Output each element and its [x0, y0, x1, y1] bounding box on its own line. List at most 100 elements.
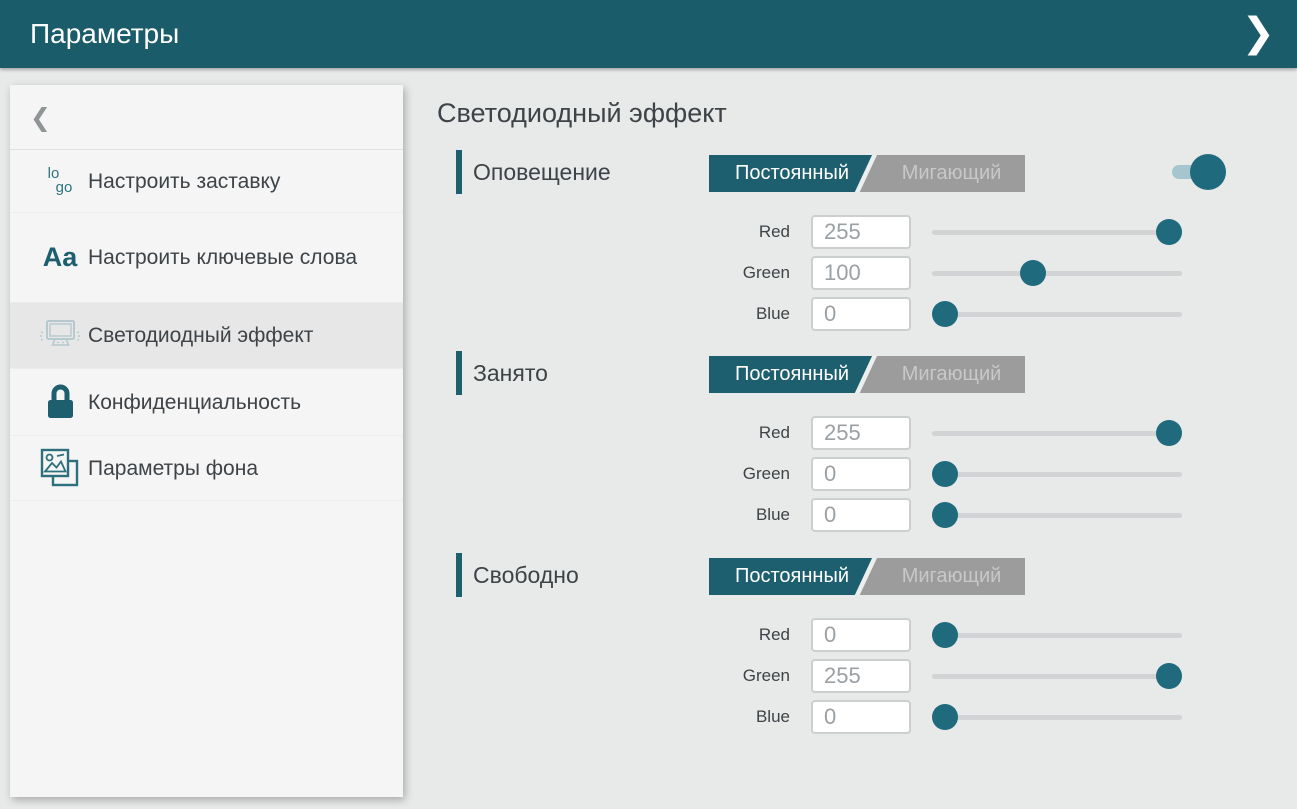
section-label: Оповещение [473, 150, 611, 194]
row-label: Green [670, 457, 790, 491]
slider-track[interactable] [932, 715, 1182, 720]
section-label: Занято [473, 351, 548, 395]
green-value-input[interactable] [811, 457, 911, 491]
mode-option-blinking[interactable]: Мигающий [878, 155, 1025, 192]
mode-option-constant[interactable]: Постоянный [709, 558, 875, 595]
mode-option-constant[interactable]: Постоянный [709, 356, 875, 393]
blue-value-input[interactable] [811, 498, 911, 532]
sidebar-item-privacy[interactable]: Конфиденциальность [10, 369, 403, 436]
sidebar-item-label: Светодиодный эффект [88, 322, 313, 349]
red-slider[interactable] [932, 416, 1182, 450]
blue-slider[interactable] [932, 498, 1182, 532]
slider-thumb[interactable] [932, 704, 958, 730]
row-label: Blue [670, 297, 790, 331]
slider-track[interactable] [932, 513, 1182, 518]
background-images-icon [32, 447, 88, 489]
rgb-rows: Red Green Blue [437, 215, 1247, 338]
rgb-row-green: Green [437, 659, 1247, 693]
slider-track[interactable] [932, 633, 1182, 638]
slider-thumb[interactable] [932, 622, 958, 648]
blue-value-input[interactable] [811, 297, 911, 331]
content-title: Светодиодный эффект [437, 98, 727, 129]
green-slider[interactable] [932, 659, 1182, 693]
row-label: Red [670, 618, 790, 652]
red-value-input[interactable] [811, 618, 911, 652]
red-value-input[interactable] [811, 215, 911, 249]
mode-toggle[interactable]: Постоянный Мигающий [709, 558, 1025, 595]
slider-thumb[interactable] [1020, 260, 1046, 286]
section-accent-bar [456, 351, 462, 395]
sidebar-item-label: Настроить ключевые слова [88, 244, 357, 271]
row-label: Blue [670, 700, 790, 734]
rgb-row-red: Red [437, 618, 1247, 652]
rgb-rows: Red Green Blue [437, 416, 1247, 539]
monitor-icon [32, 319, 88, 353]
green-value-input[interactable] [811, 256, 911, 290]
slider-track[interactable] [932, 271, 1182, 276]
logo-icon: lo go [32, 167, 88, 195]
slider-thumb[interactable] [932, 461, 958, 487]
green-slider[interactable] [932, 256, 1182, 290]
forward-chevron-icon[interactable]: ❯ [1241, 10, 1275, 56]
red-slider[interactable] [932, 618, 1182, 652]
rgb-row-red: Red [437, 416, 1247, 450]
section-accent-bar [456, 553, 462, 597]
rgb-row-green: Green [437, 457, 1247, 491]
mode-option-blinking[interactable]: Мигающий [878, 558, 1025, 595]
switch-knob [1190, 154, 1226, 190]
slider-thumb[interactable] [1156, 219, 1182, 245]
slider-track[interactable] [932, 431, 1182, 436]
rgb-row-red: Red [437, 215, 1247, 249]
blue-slider[interactable] [932, 297, 1182, 331]
section-busy: Занято Постоянный Мигающий Red Green [437, 351, 1247, 551]
row-label: Blue [670, 498, 790, 532]
row-label: Red [670, 215, 790, 249]
row-label: Red [670, 416, 790, 450]
red-value-input[interactable] [811, 416, 911, 450]
rgb-row-blue: Blue [437, 297, 1247, 331]
rgb-row-green: Green [437, 256, 1247, 290]
section-notification: Оповещение Постоянный Мигающий Red [437, 150, 1247, 350]
green-value-input[interactable] [811, 659, 911, 693]
settings-window: Параметры ❯ ❮ lo go Настроить заставку A… [0, 0, 1297, 809]
green-slider[interactable] [932, 457, 1182, 491]
mode-toggle[interactable]: Постоянный Мигающий [709, 155, 1025, 192]
sidebar-item-led-effect[interactable]: Светодиодный эффект [10, 303, 403, 369]
slider-thumb[interactable] [932, 502, 958, 528]
section-free: Свободно Постоянный Мигающий Red Green [437, 553, 1247, 753]
lock-icon [32, 383, 88, 421]
page-title: Параметры [30, 0, 179, 68]
slider-track[interactable] [932, 230, 1182, 235]
red-slider[interactable] [932, 215, 1182, 249]
section-label: Свободно [473, 553, 579, 597]
blue-slider[interactable] [932, 700, 1182, 734]
rgb-row-blue: Blue [437, 700, 1247, 734]
blue-value-input[interactable] [811, 700, 911, 734]
slider-track[interactable] [932, 472, 1182, 477]
mode-option-constant[interactable]: Постоянный [709, 155, 875, 192]
sidebar-item-label: Параметры фона [88, 455, 258, 482]
sidebar-item-keywords[interactable]: Aa Настроить ключевые слова [10, 213, 403, 303]
mode-option-blinking[interactable]: Мигающий [878, 356, 1025, 393]
slider-track[interactable] [932, 674, 1182, 679]
slider-thumb[interactable] [932, 301, 958, 327]
sidebar-collapse-button[interactable]: ❮ [10, 85, 403, 150]
keywords-icon: Aa [32, 242, 88, 273]
slider-thumb[interactable] [1156, 663, 1182, 689]
slider-track[interactable] [932, 312, 1182, 317]
section-accent-bar [456, 150, 462, 194]
mode-toggle[interactable]: Постоянный Мигающий [709, 356, 1025, 393]
slider-thumb[interactable] [1156, 420, 1182, 446]
row-label: Green [670, 256, 790, 290]
sidebar-item-screensaver[interactable]: lo go Настроить заставку [10, 150, 403, 213]
back-chevron-icon: ❮ [30, 103, 51, 132]
sidebar-item-label: Конфиденциальность [88, 389, 301, 416]
notification-enabled-switch[interactable] [1172, 154, 1228, 190]
rgb-rows: Red Green Blue [437, 618, 1247, 741]
sidebar-item-background[interactable]: Параметры фона [10, 436, 403, 501]
header: Параметры ❯ [0, 0, 1297, 68]
sidebar: ❮ lo go Настроить заставку Aa Настроить … [10, 85, 403, 797]
rgb-row-blue: Blue [437, 498, 1247, 532]
row-label: Green [670, 659, 790, 693]
sidebar-item-label: Настроить заставку [88, 168, 280, 195]
